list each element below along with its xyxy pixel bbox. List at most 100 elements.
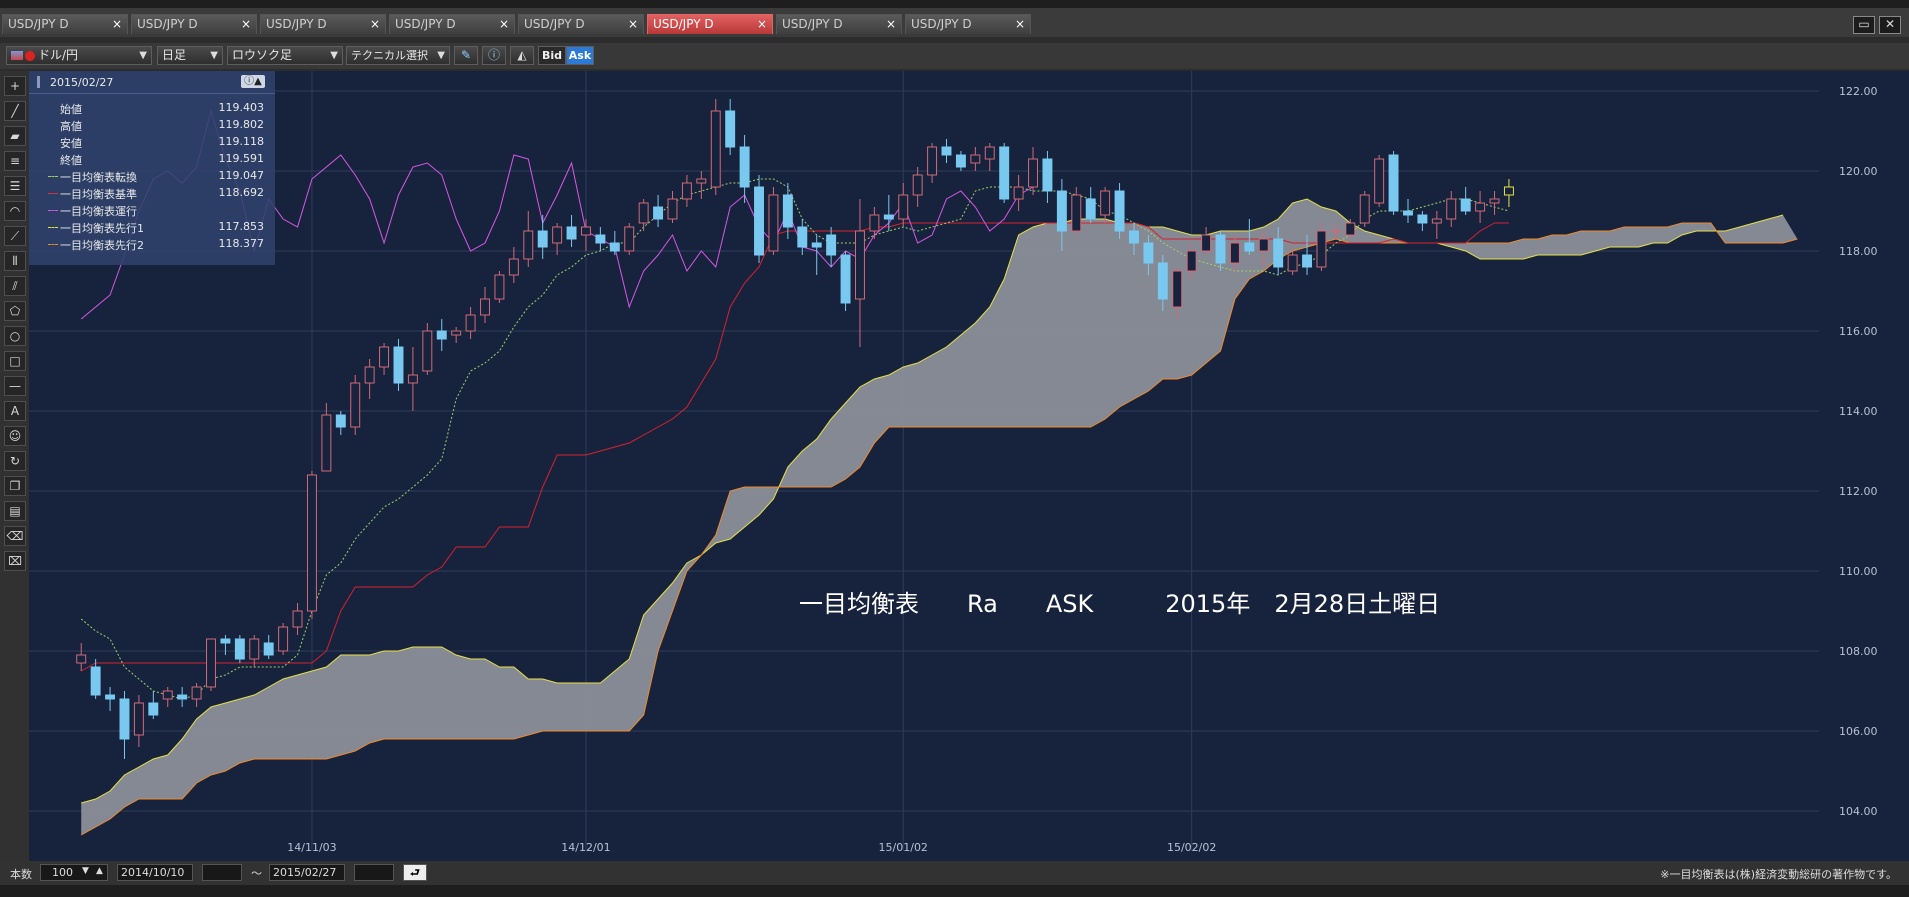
ichimoku-cloud bbox=[81, 199, 1798, 835]
info-collapse-icon[interactable]: ⓘ▲ bbox=[241, 75, 265, 88]
info-label: 終値 bbox=[60, 154, 82, 167]
tab-7[interactable]: USD/JPY D × bbox=[776, 14, 902, 34]
pentagon-icon[interactable]: ⬠ bbox=[4, 301, 26, 321]
area-chart-button[interactable]: ◭ bbox=[510, 46, 534, 65]
arc-icon[interactable]: ◠ bbox=[4, 201, 26, 221]
candle-body bbox=[1374, 158, 1385, 204]
return-icon: ⮐ bbox=[410, 866, 420, 879]
template-icon[interactable]: ▤ bbox=[4, 501, 26, 521]
close-tab-icon[interactable]: × bbox=[1015, 15, 1025, 34]
candle-body bbox=[105, 694, 116, 700]
close-tab-icon[interactable]: × bbox=[628, 15, 638, 34]
to-date-field[interactable]: 2015/02/27 bbox=[269, 864, 345, 881]
candle-body bbox=[653, 206, 664, 220]
window-controls: ▭ ✕ bbox=[1849, 13, 1901, 34]
close-tab-icon[interactable]: × bbox=[241, 15, 251, 34]
eraser-icon[interactable]: ⌫ bbox=[4, 526, 26, 546]
candle-body bbox=[826, 234, 837, 256]
to-time-field[interactable] bbox=[354, 864, 394, 881]
x-tick-label: 15/01/02 bbox=[879, 841, 928, 854]
info-row: 安値 119.118 bbox=[48, 135, 274, 150]
rectangle-icon[interactable]: □ bbox=[4, 351, 26, 371]
chevron-down-icon: ▼ bbox=[437, 50, 445, 61]
candlestick-chart[interactable]: 104.00 106.00 108.00 110.00 112.00 114.00 116.… bbox=[29, 71, 1909, 861]
close-tab-icon[interactable]: × bbox=[757, 15, 767, 34]
info-row: 高値 119.802 bbox=[48, 118, 274, 133]
close-tab-icon[interactable]: × bbox=[886, 15, 896, 34]
series-swatch bbox=[48, 193, 58, 195]
candle-body bbox=[465, 314, 476, 332]
drawing-tools-sidebar: + ╱ ▰ ≡ ☰ ◠ ⟋ ⫴ ⫽ ⬠ ○ □ — A ☺ ↻ ❐ ▤ ⌫ ⌧ bbox=[0, 71, 29, 861]
line-icon[interactable]: — bbox=[4, 376, 26, 396]
candle-body bbox=[1157, 262, 1168, 300]
ask-button[interactable]: Ask bbox=[566, 46, 594, 65]
info-row: 一目均衡表基準 118.692 bbox=[48, 186, 274, 201]
series-swatch bbox=[48, 176, 58, 178]
horizontal-lines-icon[interactable]: ≡ bbox=[4, 151, 26, 171]
close-tab-icon[interactable]: × bbox=[499, 15, 509, 34]
candle-body bbox=[667, 198, 678, 220]
tab-4[interactable]: USD/JPY D × bbox=[389, 14, 515, 34]
top-menu-strip bbox=[0, 0, 1909, 9]
chart-area[interactable]: 104.00 106.00 108.00 110.00 112.00 114.00 116.… bbox=[29, 71, 1909, 861]
text-icon[interactable]: A bbox=[4, 401, 26, 421]
crosshair-icon[interactable]: + bbox=[4, 76, 26, 96]
tab-5[interactable]: USD/JPY D × bbox=[518, 14, 644, 34]
candle-body bbox=[162, 690, 173, 700]
channel-icon[interactable]: ⫽ bbox=[4, 276, 26, 296]
candle-body bbox=[263, 642, 274, 656]
rotate-icon[interactable]: ↻ bbox=[4, 451, 26, 471]
return-latest-button[interactable]: ⮐ bbox=[403, 864, 427, 881]
candle-body bbox=[537, 230, 548, 248]
drag-handle[interactable] bbox=[37, 76, 40, 88]
candle-body bbox=[249, 638, 260, 660]
count-up-icon[interactable]: ▲ bbox=[96, 866, 103, 876]
chart-type-select[interactable]: ロウソク足 ▼ bbox=[227, 46, 343, 65]
info-value: 119.802 bbox=[218, 118, 265, 131]
close-window-icon[interactable]: ✕ bbox=[1879, 16, 1901, 34]
candle-body bbox=[1229, 242, 1240, 264]
candle-body bbox=[984, 146, 995, 160]
candle-body bbox=[1172, 270, 1183, 308]
tab-8[interactable]: USD/JPY D × bbox=[905, 14, 1031, 34]
copyright-note: ※一目均衡表は(株)経済変動総研の著作物です。 bbox=[1660, 868, 1897, 881]
stamp-icon[interactable]: ☺ bbox=[4, 426, 26, 446]
technical-select-button[interactable]: テクニカル選択 ▼ bbox=[346, 46, 450, 65]
candle-body bbox=[609, 242, 620, 252]
info-label: 始値 bbox=[60, 103, 82, 116]
circle-icon[interactable]: ○ bbox=[4, 326, 26, 346]
tab-1[interactable]: USD/JPY D × bbox=[2, 14, 128, 34]
candle-body bbox=[1302, 254, 1313, 268]
eraser-all-icon[interactable]: ⌧ bbox=[4, 551, 26, 571]
candle-body bbox=[566, 226, 577, 240]
tab-2[interactable]: USD/JPY D × bbox=[131, 14, 257, 34]
copy-icon[interactable]: ❐ bbox=[4, 476, 26, 496]
bid-button[interactable]: Bid bbox=[538, 46, 566, 65]
candle-body bbox=[133, 702, 144, 736]
fan-icon[interactable]: ⟋ bbox=[4, 226, 26, 246]
candle-body bbox=[1316, 230, 1327, 268]
info-value: 119.047 bbox=[218, 169, 265, 182]
candle-body bbox=[869, 214, 880, 232]
close-tab-icon[interactable]: × bbox=[112, 15, 122, 34]
from-date-field[interactable]: 2014/10/10 bbox=[117, 864, 193, 881]
pen-tool-button[interactable]: ✎ bbox=[454, 46, 478, 65]
tab-bar: USD/JPY D × USD/JPY D × USD/JPY D × USD/JPY D ×… bbox=[0, 9, 1909, 37]
from-time-field[interactable] bbox=[202, 864, 242, 881]
ruler-icon[interactable]: ▰ bbox=[4, 126, 26, 146]
currency-pair-select[interactable]: ドル/円 ▼ bbox=[6, 46, 152, 65]
info-button[interactable]: ⓘ bbox=[482, 46, 506, 65]
info-row: 一目均衡表転換 119.047 bbox=[48, 169, 274, 184]
vertical-lines-icon[interactable]: ⫴ bbox=[4, 251, 26, 271]
trendline-icon[interactable]: ╱ bbox=[4, 101, 26, 121]
restore-window-icon[interactable]: ▭ bbox=[1853, 16, 1875, 34]
y-tick-label: 122.00 bbox=[1839, 85, 1878, 98]
timeframe-select[interactable]: 日足 ▼ bbox=[157, 46, 223, 65]
close-tab-icon[interactable]: × bbox=[370, 15, 380, 34]
fibonacci-icon[interactable]: ☰ bbox=[4, 176, 26, 196]
bar-count-label: 本数 bbox=[10, 868, 32, 881]
tab-6[interactable]: USD/JPY D × bbox=[647, 14, 773, 34]
count-down-icon[interactable]: ▼ bbox=[82, 866, 89, 876]
tab-3[interactable]: USD/JPY D × bbox=[260, 14, 386, 34]
candle-body bbox=[941, 146, 952, 156]
